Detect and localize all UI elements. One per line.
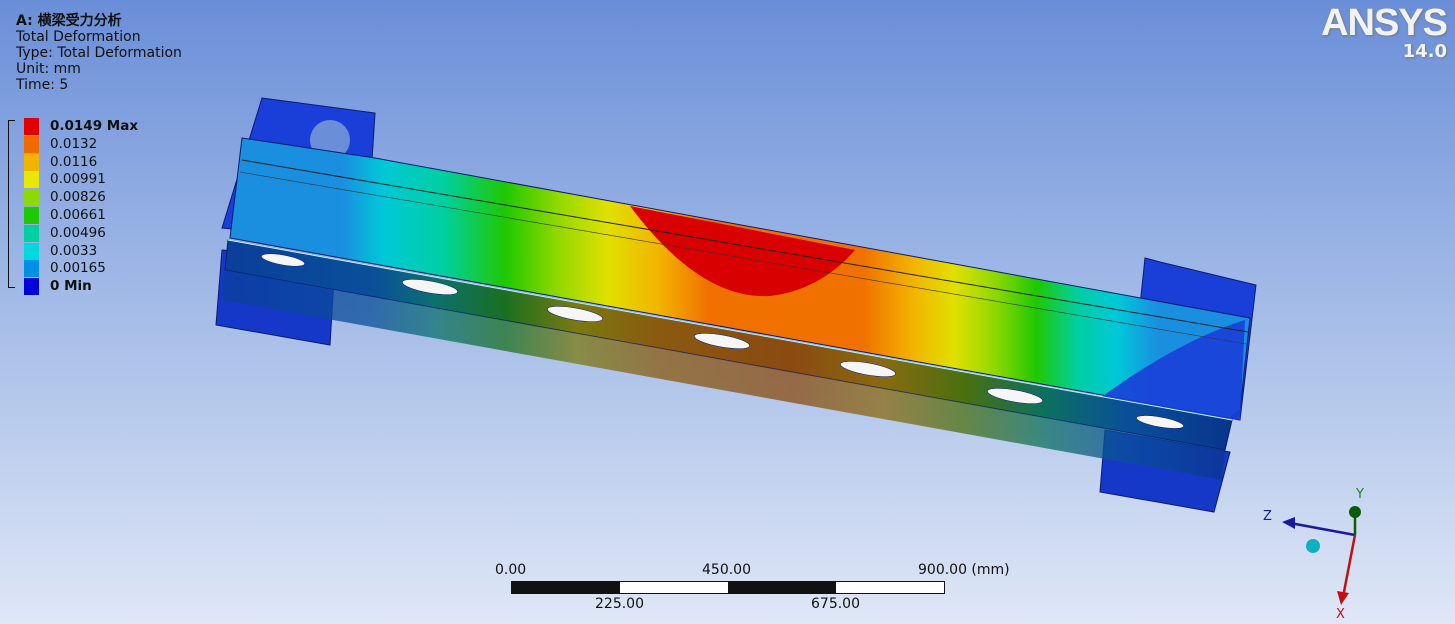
triad-x-label: X — [1336, 607, 1345, 620]
scale-label: 450.00 — [702, 562, 751, 578]
scale-bar: 0.00 450.00 900.00 (mm) 225.00 675.00 — [490, 562, 1010, 622]
triad-y-label: Y — [1355, 487, 1364, 502]
axis-triad[interactable]: Y Z X — [1255, 485, 1375, 620]
scale-ruler — [511, 581, 945, 594]
triad-z-label: Z — [1263, 509, 1272, 524]
scale-label: 900.00 (mm) — [918, 562, 1010, 578]
beam-model-view[interactable] — [0, 0, 1455, 624]
scale-label: 0.00 — [495, 562, 527, 578]
scale-label: 675.00 — [811, 596, 860, 612]
scale-label: 225.00 — [595, 596, 644, 612]
